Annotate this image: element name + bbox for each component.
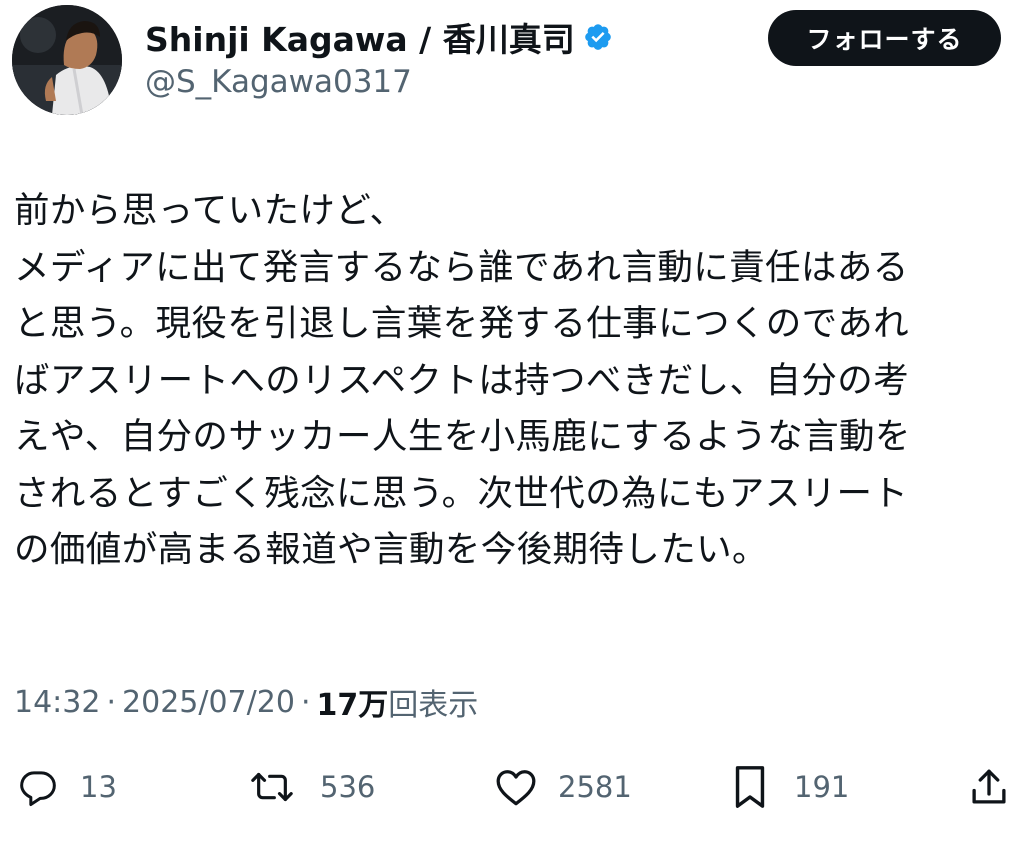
heart-icon xyxy=(494,767,538,807)
reply-count: 13 xyxy=(80,770,117,804)
tweet-line: の価値が高まる報道や言動を今後期待したい。 xyxy=(14,529,768,570)
meta-separator: · xyxy=(106,684,117,720)
tweet-text: 前から思っていたけど、 メディアに出て発言するなら誰であれ言動に責任はある と思… xyxy=(14,183,1014,579)
follow-button[interactable]: フォローする xyxy=(768,10,1001,66)
tweet-line: 前から思っていたけど、 xyxy=(14,190,406,231)
meta-separator: · xyxy=(300,684,311,720)
like-count: 2581 xyxy=(558,770,632,804)
tweet-line: ばアスリートへのリスペクトは持つべきだし、自分の考 xyxy=(14,359,910,401)
tweet-line: と思う。現役を引退し言葉を発する仕事につくのであれ xyxy=(14,303,910,344)
retweet-icon xyxy=(248,767,296,807)
reply-icon xyxy=(18,767,58,807)
tweet-actions: 13 536 2581 191 xyxy=(0,755,1024,819)
avatar[interactable] xyxy=(12,5,122,115)
retweet-button[interactable]: 536 xyxy=(248,755,375,819)
tweet-line: されるとすごく残念に思う。次世代の為にもアスリート xyxy=(14,472,909,514)
like-button[interactable]: 2581 xyxy=(494,755,632,819)
verified-badge-icon xyxy=(583,22,613,52)
tweet-date[interactable]: 2025/07/20 xyxy=(122,685,295,720)
tweet-meta: 14:32 · 2025/07/20 · 17万 回表示 xyxy=(14,680,478,724)
share-button[interactable] xyxy=(968,755,1010,819)
reply-button[interactable]: 13 xyxy=(18,755,117,819)
views-count[interactable]: 17万 xyxy=(316,680,388,724)
bookmark-button[interactable]: 191 xyxy=(732,755,849,819)
user-handle[interactable]: @S_Kagawa0317 xyxy=(145,64,412,100)
share-icon xyxy=(968,765,1010,809)
tweet-time[interactable]: 14:32 xyxy=(14,685,100,720)
bookmark-icon xyxy=(732,764,768,810)
tweet-header: Shinji Kagawa / 香川真司 @S_Kagawa0317 フォローす… xyxy=(0,0,1024,130)
views-label[interactable]: 回表示 xyxy=(388,680,478,724)
display-name[interactable]: Shinji Kagawa / 香川真司 xyxy=(145,13,575,61)
tweet-line: えや、自分のサッカー人生を小馬鹿にするような言動を xyxy=(14,416,911,457)
tweet-line: メディアに出て発言するなら誰であれ言動に責任はある xyxy=(14,246,909,288)
name-row: Shinji Kagawa / 香川真司 xyxy=(145,14,613,60)
retweet-count: 536 xyxy=(320,770,376,804)
bookmark-count: 191 xyxy=(794,770,850,804)
